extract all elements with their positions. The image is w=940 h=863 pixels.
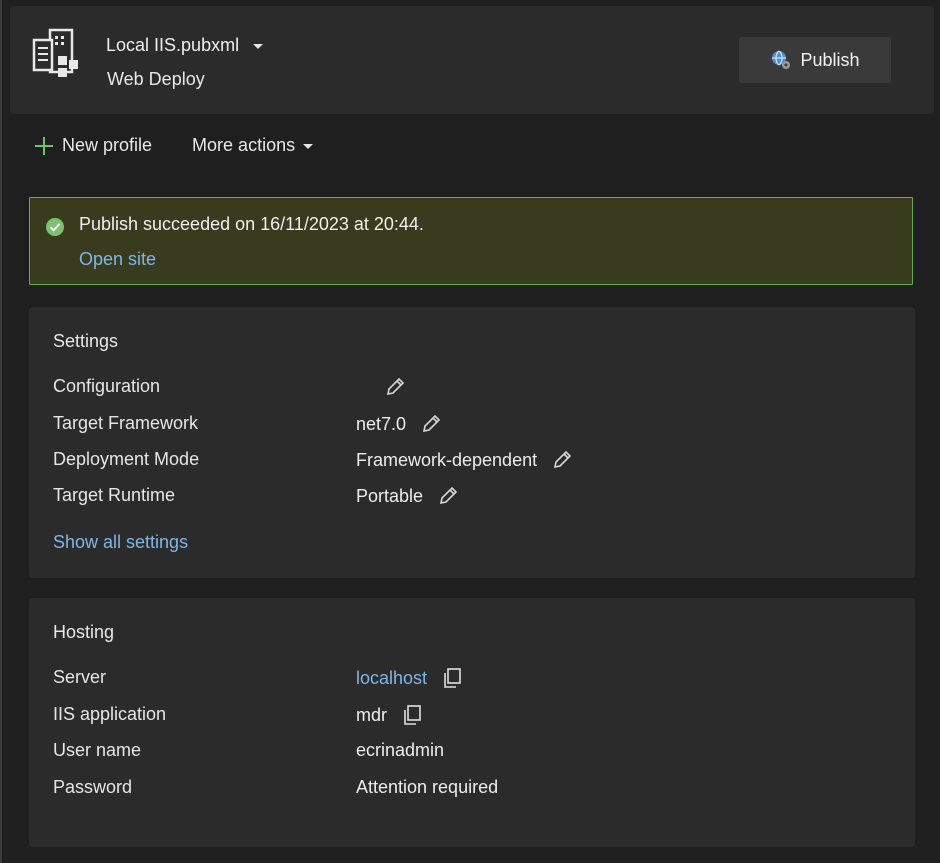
success-message: Publish succeeded on 16/11/2023 at 20:44… — [79, 214, 424, 234]
settings-title: Settings — [53, 331, 119, 351]
publish-label: Publish — [800, 49, 860, 70]
settings-card: Settings Configuration Target Framework … — [29, 307, 915, 578]
globe-gear-icon — [772, 50, 791, 69]
hosting-label: IIS application — [53, 704, 167, 724]
plus-icon — [34, 136, 54, 156]
publish-button[interactable]: Publish — [739, 37, 891, 83]
profile-name: Local IIS.pubxml — [106, 35, 240, 55]
hosting-card: Hosting Server localhost IIS application… — [29, 598, 915, 847]
pencil-icon[interactable] — [384, 376, 406, 398]
setting-label: Target Runtime — [53, 485, 176, 505]
setting-row-target-framework: Target Framework net7.0 — [53, 413, 893, 441]
check-circle-icon — [46, 218, 64, 236]
pencil-icon[interactable] — [551, 449, 573, 471]
open-site-link[interactable]: Open site — [79, 249, 156, 270]
hosting-label: Password — [53, 777, 133, 797]
hosting-row-server: Server localhost — [53, 667, 893, 695]
setting-value: Framework-dependent — [356, 449, 538, 470]
server-link[interactable]: localhost — [356, 668, 427, 689]
hosting-row-password: Password Attention required — [53, 777, 893, 805]
window-frame — [0, 0, 2, 863]
hosting-label: User name — [53, 740, 142, 760]
profile-selector[interactable]: Local IIS.pubxml — [106, 35, 264, 56]
profile-subtitle: Web Deploy — [107, 69, 205, 89]
new-profile-button[interactable]: New profile — [34, 135, 152, 156]
server-document-icon — [32, 28, 78, 77]
show-all-settings-link[interactable]: Show all settings — [53, 532, 188, 553]
hosting-label: Server — [53, 667, 107, 687]
setting-label: Deployment Mode — [53, 449, 200, 469]
caret-down-icon — [303, 144, 314, 149]
pencil-icon[interactable] — [420, 413, 442, 435]
hosting-title: Hosting — [53, 622, 115, 642]
hosting-value: Attention required — [356, 777, 499, 797]
setting-value: net7.0 — [356, 413, 407, 434]
copy-icon[interactable] — [401, 704, 423, 726]
hosting-row-user-name: User name ecrinadmin — [53, 740, 893, 768]
hosting-value: mdr — [356, 704, 387, 725]
caret-down-icon — [253, 44, 264, 49]
profile-header: Local IIS.pubxml Web Deploy Publish — [10, 6, 934, 114]
hosting-row-iis-application: IIS application mdr — [53, 704, 893, 732]
more-actions-label: More actions — [192, 135, 296, 155]
copy-icon[interactable] — [441, 667, 463, 689]
publish-success-banner: Publish succeeded on 16/11/2023 at 20:44… — [29, 197, 913, 285]
setting-row-configuration: Configuration — [53, 376, 893, 404]
setting-label: Target Framework — [53, 413, 199, 433]
profile-toolbar: New profile More actions — [34, 135, 314, 156]
more-actions-dropdown[interactable]: More actions — [192, 135, 314, 156]
setting-row-target-runtime: Target Runtime Portable — [53, 485, 893, 513]
new-profile-label: New profile — [62, 135, 153, 155]
pencil-icon[interactable] — [437, 485, 459, 507]
hosting-value: ecrinadmin — [356, 740, 445, 760]
setting-label: Configuration — [53, 376, 161, 396]
setting-value: Portable — [356, 485, 424, 506]
setting-row-deployment-mode: Deployment Mode Framework-dependent — [53, 449, 893, 477]
